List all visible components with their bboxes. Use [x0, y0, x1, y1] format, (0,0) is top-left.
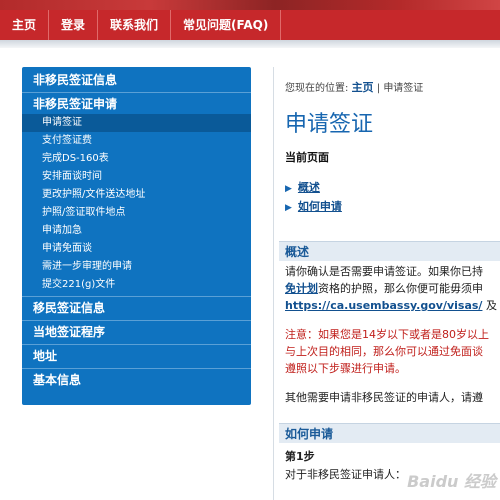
- note-line-1: 注意：如果您是14岁以下或者是80岁以上: [285, 328, 489, 341]
- breadcrumb-home-link[interactable]: 主页: [352, 81, 374, 94]
- sidebar-section-nonimmigrant-apply[interactable]: 非移民签证申请: [22, 93, 251, 115]
- main-content: 您现在的位置: 主页 | 申请签证 申请签证 当前页面 ▶ 概述 ▶ 如何申请 概述…: [273, 67, 500, 500]
- overview-line-2-text: 资格的护照，那么你便可能毋须申: [318, 282, 483, 295]
- sidebar-item-pay-fee[interactable]: 支付签证费: [22, 132, 251, 150]
- page: 主页 登录 联系我们 常见问题(FAQ) 非移民签证信息 非移民签证申请 申请签…: [0, 0, 500, 500]
- sidebar-section-immigrant-info[interactable]: 移民签证信息: [22, 297, 251, 320]
- breadcrumb: 您现在的位置: 主页 | 申请签证: [285, 79, 423, 95]
- triangle-right-icon: ▶: [285, 184, 292, 194]
- sidebar-item-expedite[interactable]: 申请加急: [22, 222, 251, 240]
- sidebar-item-interview-waiver[interactable]: 申请免面谈: [22, 240, 251, 258]
- toc-link-overview[interactable]: 概述: [298, 181, 320, 194]
- nav-home[interactable]: 主页: [0, 10, 50, 40]
- overview-line-2: 免计划资格的护照，那么你便可能毋须申: [285, 281, 500, 297]
- toc-item-howto: ▶ 如何申请: [285, 198, 342, 214]
- section-heading-overview: 概述: [279, 241, 500, 261]
- visa-waiver-link[interactable]: 免计划: [285, 282, 318, 295]
- nav-shadow: [0, 40, 500, 48]
- sidebar-section-nonimmigrant-info[interactable]: 非移民签证信息: [22, 69, 251, 91]
- sidebar-item-change-delivery[interactable]: 更改护照/文件送达地址: [22, 186, 251, 204]
- overview-line-3-and: 及: [482, 299, 500, 312]
- sidebar-item-ds160[interactable]: 完成DS-160表: [22, 150, 251, 168]
- sidebar-section-basic-info[interactable]: 基本信息: [22, 369, 251, 392]
- top-navigation: 主页 登录 联系我们 常见问题(FAQ): [0, 10, 500, 40]
- breadcrumb-prefix: 您现在的位置:: [285, 83, 349, 94]
- section-heading-howto: 如何申请: [279, 423, 500, 443]
- embassy-visas-link[interactable]: https://ca.usembassy.gov/visas/: [285, 299, 482, 312]
- toc-item-overview: ▶ 概述: [285, 179, 320, 195]
- baidu-watermark: Baidu 经验: [407, 472, 496, 491]
- triangle-right-icon: ▶: [285, 203, 292, 213]
- nav-faq[interactable]: 常见问题(FAQ): [171, 10, 282, 40]
- sidebar-item-apply-visa[interactable]: 申请签证: [22, 114, 251, 132]
- sidebar-item-admin-processing[interactable]: 需进一步审理的申请: [22, 258, 251, 276]
- nav-login[interactable]: 登录: [49, 10, 99, 40]
- current-page-label: 当前页面: [285, 151, 329, 164]
- sidebar: 非移民签证信息 非移民签证申请 申请签证 支付签证费 完成DS-160表 安排面…: [22, 67, 251, 405]
- toc-link-howto[interactable]: 如何申请: [298, 200, 342, 213]
- sidebar-section-address[interactable]: 地址: [22, 345, 251, 368]
- sidebar-section-local-procedures[interactable]: 当地签证程序: [22, 321, 251, 344]
- header-banner: [0, 0, 500, 10]
- sidebar-item-221g[interactable]: 提交221(g)文件: [22, 276, 251, 294]
- step-1-label: 第1步: [285, 450, 315, 463]
- other-applicants-text: 其他需要申请非移民签证的申请人，请遵: [285, 391, 483, 404]
- page-title: 申请签证: [285, 112, 374, 137]
- note-line-2: 与上次目的相同，那么你可以通过免面谈: [285, 345, 483, 358]
- breadcrumb-separator: |: [376, 83, 381, 94]
- overview-line-1: 请你确认是否需要申请签证。如果你已持: [285, 265, 483, 278]
- breadcrumb-current: 申请签证: [383, 83, 424, 94]
- note-line-3: 遵照以下步骤进行申请。: [285, 362, 406, 375]
- sidebar-item-pickup-location[interactable]: 护照/签证取件地点: [22, 204, 251, 222]
- sidebar-item-schedule-interview[interactable]: 安排面谈时间: [22, 168, 251, 186]
- overview-line-3: https://ca.usembassy.gov/visas/ 及 htt: [285, 298, 500, 314]
- nav-contact[interactable]: 联系我们: [98, 10, 172, 40]
